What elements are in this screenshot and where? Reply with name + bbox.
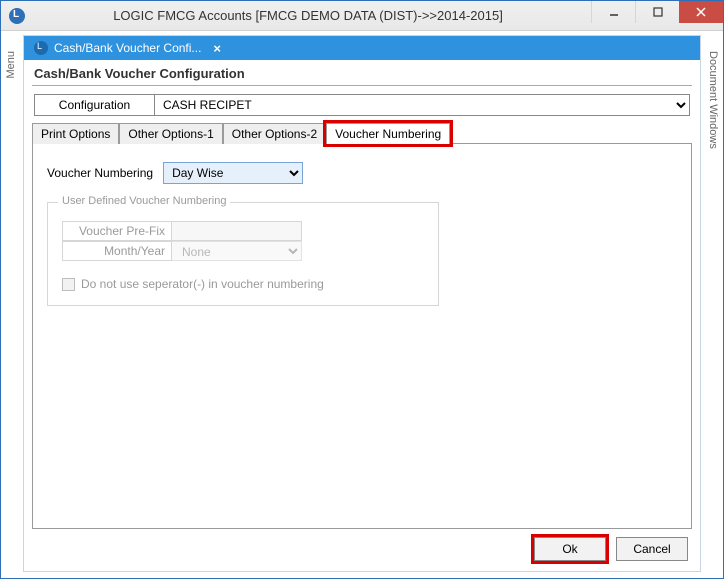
separator-checkbox-row: Do not use seperator(-) in voucher numbe… xyxy=(62,277,424,291)
ok-button[interactable]: Ok xyxy=(534,537,606,561)
inner-tab-voucher-config[interactable]: Cash/Bank Voucher Confi... × xyxy=(24,36,231,60)
window-title: LOGIC FMCG Accounts [FMCG DEMO DATA (DIS… xyxy=(25,8,591,23)
app-icon xyxy=(9,8,25,24)
tab-content-voucher-numbering: Voucher Numbering Day Wise User Defined … xyxy=(32,143,692,529)
right-side-tab-label: Document Windows xyxy=(707,51,719,149)
divider xyxy=(32,85,692,86)
voucher-numbering-row: Voucher Numbering Day Wise xyxy=(47,162,677,184)
subtab-voucher-numbering[interactable]: Voucher Numbering xyxy=(326,123,450,144)
inner-tab-label: Cash/Bank Voucher Confi... xyxy=(54,41,201,55)
voucher-numbering-label: Voucher Numbering xyxy=(47,166,153,180)
right-side-tab[interactable]: Document Windows xyxy=(703,31,723,578)
maximize-button[interactable] xyxy=(635,1,679,23)
group-legend: User Defined Voucher Numbering xyxy=(58,195,230,207)
minimize-button[interactable] xyxy=(591,1,635,23)
voucher-prefix-label: Voucher Pre-Fix xyxy=(62,221,172,241)
cancel-button[interactable]: Cancel xyxy=(616,537,688,561)
close-button[interactable] xyxy=(679,1,723,23)
voucher-numbering-select[interactable]: Day Wise xyxy=(163,162,303,184)
inner-tab-close-icon[interactable]: × xyxy=(213,41,221,56)
window-controls xyxy=(591,1,723,30)
minimize-icon xyxy=(609,7,619,17)
app-window: LOGIC FMCG Accounts [FMCG DEMO DATA (DIS… xyxy=(0,0,724,579)
subtab-other-options-1[interactable]: Other Options-1 xyxy=(119,123,222,144)
titlebar: LOGIC FMCG Accounts [FMCG DEMO DATA (DIS… xyxy=(1,1,723,31)
subtab-print-options[interactable]: Print Options xyxy=(32,123,119,144)
month-year-select: None xyxy=(172,241,302,261)
inner-tab-strip: Cash/Bank Voucher Confi... × xyxy=(24,36,700,60)
voucher-prefix-input xyxy=(172,221,302,241)
left-side-tab[interactable]: Menu xyxy=(1,31,21,578)
maximize-icon xyxy=(653,7,663,17)
configuration-label: Configuration xyxy=(34,94,154,116)
month-year-label: Month/Year xyxy=(62,241,172,261)
user-defined-voucher-numbering-group: User Defined Voucher Numbering Voucher P… xyxy=(47,202,439,306)
separator-checkbox-label: Do not use seperator(-) in voucher numbe… xyxy=(81,277,324,291)
left-side-tab-label: Menu xyxy=(5,51,17,79)
subtab-row: Print Options Other Options-1 Other Opti… xyxy=(32,122,692,143)
main-panel: Cash/Bank Voucher Confi... × Cash/Bank V… xyxy=(23,35,701,572)
tab-app-icon xyxy=(34,41,48,55)
configuration-row: Configuration CASH RECIPET xyxy=(34,94,690,116)
separator-checkbox xyxy=(62,278,75,291)
close-icon xyxy=(696,7,706,17)
page-title: Cash/Bank Voucher Configuration xyxy=(24,60,700,85)
configuration-select[interactable]: CASH RECIPET xyxy=(154,94,690,116)
subtab-other-options-2[interactable]: Other Options-2 xyxy=(223,123,326,144)
dialog-footer: Ok Cancel xyxy=(24,529,700,571)
